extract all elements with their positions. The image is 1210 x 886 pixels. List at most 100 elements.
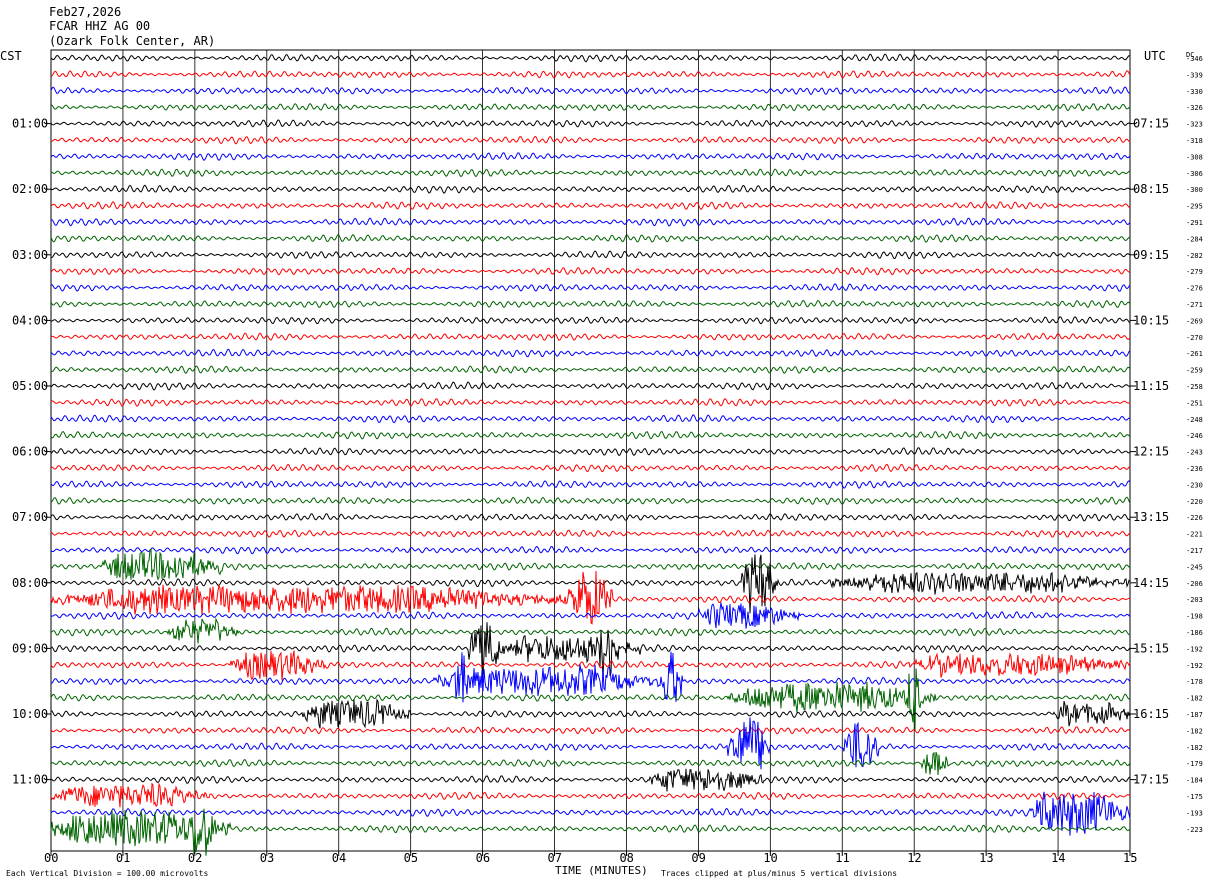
x-tick-label: 06 xyxy=(476,851,490,865)
seismic-trace xyxy=(50,283,1131,292)
x-axis-title: TIME (MINUTES) xyxy=(555,864,648,877)
x-tick-label: 12 xyxy=(907,851,921,865)
seismic-trace xyxy=(50,316,1131,325)
dc-offset-label: -236 xyxy=(1186,465,1203,473)
dc-offset-label: -248 xyxy=(1186,416,1203,424)
dc-offset-label: -192 xyxy=(1186,645,1203,653)
utc-hour-label: 15:15 xyxy=(1133,641,1169,655)
seismic-trace xyxy=(50,726,1131,735)
dc-offset-label: -192 xyxy=(1186,662,1203,670)
x-tick-label: 03 xyxy=(260,851,274,865)
x-tick-label: 14 xyxy=(1051,851,1065,865)
cst-hour-label: 08:00 xyxy=(12,576,48,590)
dc-offset-label: -198 xyxy=(1186,613,1203,621)
seismic-trace xyxy=(50,463,1131,473)
x-tick-label: 07 xyxy=(548,851,562,865)
x-tick-label: 02 xyxy=(188,851,202,865)
cst-hour-label: 04:00 xyxy=(12,313,48,327)
dc-offset-label: -184 xyxy=(1186,777,1203,785)
cst-hour-label: 02:00 xyxy=(12,182,48,196)
dc-offset-label: -186 xyxy=(1186,629,1203,637)
dc-offset-label: -346 xyxy=(1186,55,1203,63)
seismic-trace xyxy=(50,698,1131,729)
utc-hour-label: 09:15 xyxy=(1133,248,1169,262)
seismic-trace xyxy=(50,414,1131,424)
seismic-trace xyxy=(50,86,1131,96)
dc-offset-label: -182 xyxy=(1186,744,1203,752)
dc-offset-label: -284 xyxy=(1186,235,1203,243)
dc-offset-label: -243 xyxy=(1186,449,1203,457)
seismic-trace xyxy=(50,768,1131,792)
dc-offset-label: -258 xyxy=(1186,383,1203,391)
seismic-trace xyxy=(50,234,1131,243)
seismic-trace xyxy=(50,513,1131,522)
x-tick-label: 09 xyxy=(691,851,705,865)
dc-offset-label: -193 xyxy=(1186,809,1203,817)
clip-note: Traces clipped at plus/minus 5 vertical … xyxy=(661,869,897,878)
dc-offset-label: -282 xyxy=(1186,252,1203,260)
seismic-trace xyxy=(50,184,1131,194)
dc-offset-label: -291 xyxy=(1186,219,1203,227)
x-tick-label: 11 xyxy=(835,851,849,865)
dc-offset-label: -251 xyxy=(1186,399,1203,407)
utc-hour-label: 10:15 xyxy=(1133,313,1169,327)
cst-hour-label: 03:00 xyxy=(12,248,48,262)
dc-offset-label: -276 xyxy=(1186,285,1203,293)
cst-hour-label: 05:00 xyxy=(12,379,48,393)
helicorder-plot: CST UTC DC TIME (MINUTES) Each Vertical … xyxy=(0,49,1203,878)
seismic-trace xyxy=(50,348,1131,358)
seismic-trace xyxy=(50,53,1131,63)
seismic-trace xyxy=(50,381,1131,391)
dc-offset-label: -221 xyxy=(1186,531,1203,539)
dc-offset-label: -308 xyxy=(1186,153,1203,161)
dc-offset-label: -279 xyxy=(1186,268,1203,276)
dc-offset-label: -206 xyxy=(1186,580,1203,588)
dc-offset-label: -259 xyxy=(1186,367,1203,375)
seismic-trace xyxy=(50,250,1131,260)
utc-hour-label: 17:15 xyxy=(1133,773,1169,787)
dc-offset-label: -223 xyxy=(1186,826,1203,834)
cst-hour-label: 11:00 xyxy=(12,773,48,787)
cst-hour-label: 01:00 xyxy=(12,117,48,131)
dc-offset-label: -271 xyxy=(1186,301,1203,309)
seismic-trace xyxy=(50,398,1131,407)
seismic-trace xyxy=(50,217,1131,227)
seismic-trace xyxy=(50,751,1131,776)
dc-offset-label: -245 xyxy=(1186,563,1203,571)
x-tick-label: 15 xyxy=(1123,851,1137,865)
utc-hour-label: 11:15 xyxy=(1133,379,1169,393)
utc-hour-label: 08:15 xyxy=(1133,182,1169,196)
cst-hour-label: 09:00 xyxy=(12,641,48,655)
seismic-trace xyxy=(50,365,1131,374)
dc-offset-label: -261 xyxy=(1186,350,1203,358)
x-tick-label: 10 xyxy=(763,851,777,865)
dc-offset-label: -226 xyxy=(1186,514,1203,522)
x-tick-label: 04 xyxy=(332,851,346,865)
x-tick-label: 08 xyxy=(619,851,633,865)
dc-offset-label: -220 xyxy=(1186,498,1203,506)
seismic-trace xyxy=(50,152,1131,162)
seismic-trace xyxy=(50,299,1131,309)
dc-offset-label: -203 xyxy=(1186,596,1203,604)
seismic-trace xyxy=(50,548,1131,581)
dc-offset-label: -323 xyxy=(1186,121,1203,129)
dc-offset-label: -217 xyxy=(1186,547,1203,555)
dc-offset-label: -246 xyxy=(1186,432,1203,440)
dc-offset-label: -178 xyxy=(1186,678,1203,686)
seismic-trace xyxy=(50,119,1131,128)
cst-hour-label: 06:00 xyxy=(12,445,48,459)
utc-axis-label: UTC xyxy=(1144,49,1166,63)
dc-offset-label: -270 xyxy=(1186,334,1203,342)
seismic-trace xyxy=(50,201,1131,211)
dc-offset-label: -306 xyxy=(1186,170,1203,178)
dc-offset-label: -175 xyxy=(1186,793,1203,801)
seismic-trace xyxy=(50,102,1131,112)
seismic-trace xyxy=(50,808,1131,856)
seismic-trace xyxy=(50,168,1131,178)
dc-offset-label: -330 xyxy=(1186,88,1203,96)
dc-offset-label: -269 xyxy=(1186,317,1203,325)
x-tick-label: 01 xyxy=(116,851,130,865)
x-tick-label: 13 xyxy=(979,851,993,865)
dc-offset-label: -326 xyxy=(1186,104,1203,112)
cst-axis-label: CST xyxy=(0,49,22,63)
